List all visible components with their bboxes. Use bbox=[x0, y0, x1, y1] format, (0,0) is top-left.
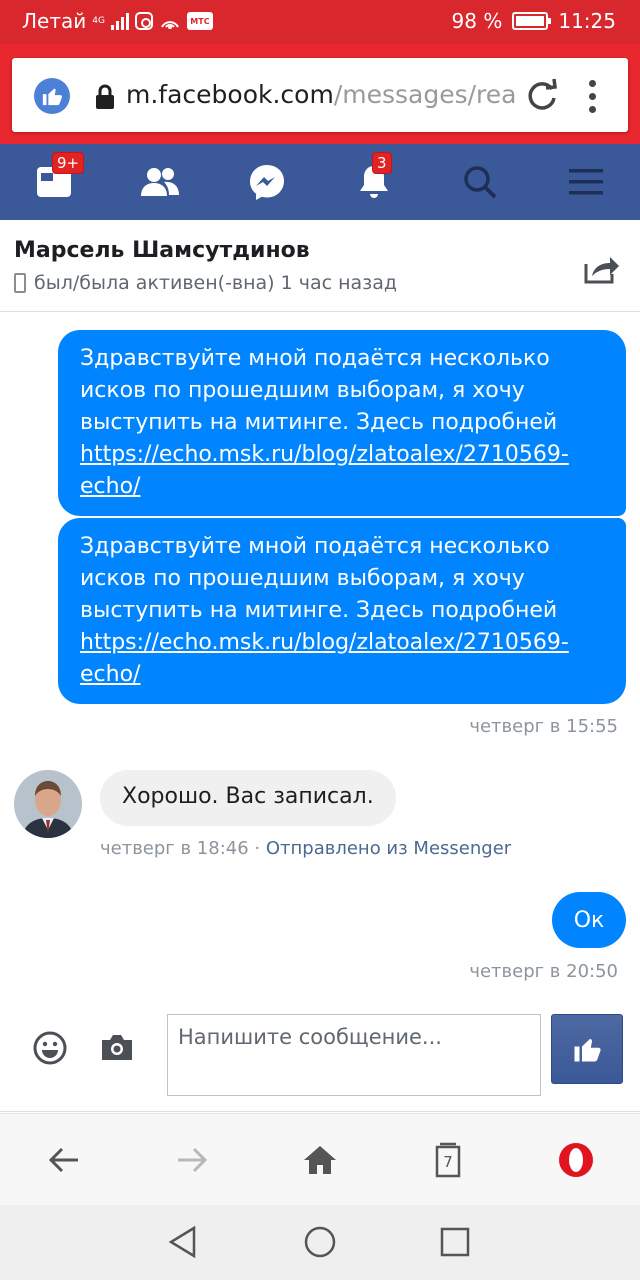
url-text[interactable]: m.facebook.com/messages/rea bbox=[126, 80, 516, 109]
back-arrow-icon[interactable] bbox=[44, 1140, 84, 1180]
nav-back-icon[interactable] bbox=[166, 1225, 200, 1259]
incoming-message[interactable]: Хорошо. Вас записал. bbox=[100, 770, 396, 826]
tabs-icon[interactable]: 7 bbox=[428, 1140, 468, 1180]
message-input[interactable] bbox=[167, 1014, 541, 1096]
battery-icon bbox=[512, 12, 552, 30]
signal-icon bbox=[110, 12, 129, 30]
meta-separator: · bbox=[248, 838, 266, 859]
contact-name[interactable]: Марсель Шамсутдинов bbox=[14, 238, 310, 263]
notifications-icon[interactable]: 3 bbox=[350, 152, 398, 206]
friends-icon[interactable] bbox=[136, 158, 184, 206]
nav-home-icon[interactable] bbox=[303, 1225, 337, 1259]
news-feed-icon[interactable]: 9+ bbox=[30, 152, 85, 206]
address-bar[interactable]: m.facebook.com/messages/rea bbox=[12, 58, 628, 132]
outgoing-message-short[interactable]: Ок bbox=[552, 892, 626, 948]
message-timestamp: четверг в 15:55 bbox=[469, 716, 618, 737]
more-vert-icon[interactable] bbox=[582, 76, 602, 116]
tabs-count: 7 bbox=[443, 1153, 453, 1171]
browser-address-area: m.facebook.com/messages/rea bbox=[0, 44, 640, 144]
url-domain: m.facebook.com bbox=[126, 80, 334, 109]
opera-icon[interactable] bbox=[556, 1140, 596, 1180]
emoji-icon[interactable] bbox=[32, 1030, 68, 1066]
facebook-nav-bar: 9+ 3 bbox=[0, 144, 640, 220]
menu-icon[interactable] bbox=[562, 158, 610, 206]
message-text: Здравствуйте мной подаётся несколько иск… bbox=[80, 346, 558, 435]
forward-arrow-icon[interactable] bbox=[172, 1140, 212, 1180]
camera-icon[interactable] bbox=[100, 1032, 134, 1062]
lock-icon bbox=[96, 84, 114, 109]
activity-text: был/была активен(-вна) 1 час назад bbox=[34, 272, 398, 294]
message-link[interactable]: https://echo.msk.ru/blog/zlatoalex/27105… bbox=[80, 442, 569, 499]
url-path: /messages/rea bbox=[333, 80, 516, 109]
browser-toolbar: 7 bbox=[0, 1113, 640, 1205]
screen: Летай 4G МТС 98 % 11:25 m.facebook.com/m… bbox=[0, 0, 640, 1280]
reply-timestamp: четверг в 20:50 bbox=[469, 961, 618, 982]
avatar[interactable] bbox=[14, 770, 82, 838]
messenger-icon[interactable] bbox=[243, 158, 291, 206]
reload-icon[interactable] bbox=[522, 76, 562, 116]
message-composer bbox=[0, 1000, 640, 1112]
message-text: Здравствуйте мной подаётся несколько иск… bbox=[80, 534, 558, 623]
incoming-time: четверг в 18:46 bbox=[100, 838, 249, 859]
android-nav-bar bbox=[0, 1205, 640, 1280]
battery-percent: 98 % bbox=[451, 9, 503, 33]
outgoing-message[interactable]: Здравствуйте мной подаётся несколько иск… bbox=[58, 518, 626, 704]
facebook-like-icon[interactable] bbox=[34, 78, 70, 114]
status-bar: Летай 4G МТС 98 % 11:25 bbox=[0, 0, 640, 44]
nav-recents-icon[interactable] bbox=[438, 1225, 472, 1259]
incoming-meta: четверг в 18:46 · Отправлено из Messenge… bbox=[100, 838, 511, 859]
send-like-button[interactable] bbox=[551, 1014, 623, 1084]
home-icon[interactable] bbox=[300, 1140, 340, 1180]
share-icon[interactable] bbox=[582, 250, 622, 286]
mts-icon: МТС bbox=[186, 12, 213, 30]
network-type: 4G bbox=[92, 15, 105, 26]
sent-via-label[interactable]: Отправлено из Messenger bbox=[266, 838, 511, 859]
instagram-icon bbox=[134, 12, 153, 30]
clock: 11:25 bbox=[558, 9, 616, 33]
home-badge: 9+ bbox=[52, 152, 85, 174]
message-link[interactable]: https://echo.msk.ru/blog/zlatoalex/27105… bbox=[80, 630, 569, 687]
search-icon[interactable] bbox=[456, 158, 504, 206]
mobile-phone-icon bbox=[14, 273, 26, 293]
nfc-icon bbox=[161, 21, 179, 29]
carrier-name: Летай bbox=[22, 9, 87, 33]
outgoing-message[interactable]: Здравствуйте мной подаётся несколько иск… bbox=[58, 330, 626, 516]
thumbs-up-icon bbox=[574, 1039, 601, 1062]
contact-status: был/была активен(-вна) 1 час назад bbox=[14, 272, 397, 294]
notifications-badge: 3 bbox=[372, 152, 392, 174]
conversation-header: Марсель Шамсутдинов был/была активен(-вн… bbox=[0, 220, 640, 312]
